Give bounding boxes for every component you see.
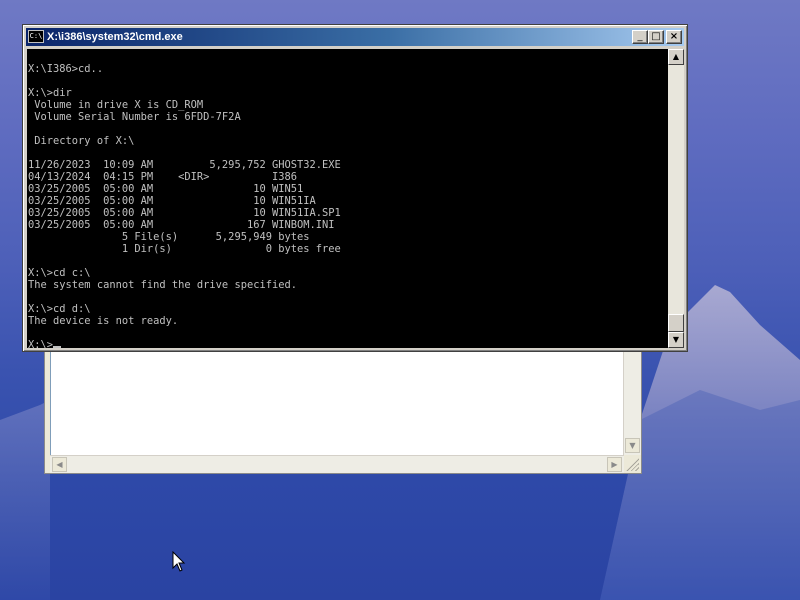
- minimize-button[interactable]: _: [632, 30, 648, 44]
- size-grip-icon[interactable]: [625, 457, 639, 471]
- console-text: X:\I386>cd.. X:\>dir Volume in drive X i…: [27, 49, 668, 348]
- maximize-button[interactable]: □: [648, 30, 664, 44]
- console-line: 03/25/2005 05:00 AM 10 WIN51IA.SP1: [28, 207, 341, 219]
- console-line: 5 File(s) 5,295,949 bytes: [28, 231, 310, 243]
- console-line: X:\>cd d:\: [28, 303, 91, 315]
- background-horizontal-scrollbar[interactable]: ◀ ▶: [50, 455, 624, 473]
- console-line: Volume in drive X is CD_ROM: [28, 99, 204, 111]
- console-line: X:\I386>cd..: [28, 63, 104, 75]
- text-caret: [53, 346, 62, 348]
- title-bar[interactable]: C:\ X:\i386\system32\cmd.exe _ □ ×: [26, 28, 684, 46]
- arrow-left-icon[interactable]: ◀: [52, 457, 67, 472]
- console-prompt: X:\>: [28, 339, 54, 348]
- console-line: X:\>cd c:\: [28, 267, 91, 279]
- cmd-window[interactable]: C:\ X:\i386\system32\cmd.exe _ □ × X:\I3…: [22, 24, 688, 352]
- window-title: X:\i386\system32\cmd.exe: [47, 31, 183, 43]
- background-window[interactable]: ▼ ◀ ▶: [44, 348, 642, 474]
- arrow-down-icon[interactable]: ▼: [668, 332, 684, 348]
- console-line: The system cannot find the drive specifi…: [28, 279, 297, 291]
- mouse-pointer-icon: [172, 551, 186, 572]
- console-vertical-scrollbar[interactable]: ▲ ▼: [668, 49, 684, 348]
- cmd-icon[interactable]: C:\: [28, 30, 44, 43]
- console-line: 11/26/2023 10:09 AM 5,295,752 GHOST32.EX…: [28, 159, 341, 171]
- console-line: Volume Serial Number is 6FDD-7F2A: [28, 111, 241, 123]
- background-window-content: [50, 349, 625, 455]
- console-output[interactable]: X:\I386>cd.. X:\>dir Volume in drive X i…: [27, 49, 668, 348]
- console-line: Directory of X:\: [28, 135, 135, 147]
- arrow-right-icon[interactable]: ▶: [607, 457, 622, 472]
- console-line: 04/13/2024 04:15 PM <DIR> I386: [28, 171, 297, 183]
- console-line: The device is not ready.: [28, 315, 179, 327]
- background-vertical-scrollbar[interactable]: ▼: [623, 349, 641, 455]
- console-line: X:\>dir: [28, 87, 72, 99]
- arrow-down-icon[interactable]: ▼: [625, 438, 640, 453]
- console-line: 03/25/2005 05:00 AM 167 WINBOM.INI: [28, 219, 335, 231]
- arrow-up-icon[interactable]: ▲: [668, 49, 684, 65]
- console-line: 1 Dir(s) 0 bytes free: [28, 243, 341, 255]
- scroll-thumb[interactable]: [668, 314, 684, 332]
- console-line: 03/25/2005 05:00 AM 10 WIN51IA: [28, 195, 316, 207]
- close-button[interactable]: ×: [666, 30, 682, 44]
- console-line: 03/25/2005 05:00 AM 10 WIN51: [28, 183, 304, 195]
